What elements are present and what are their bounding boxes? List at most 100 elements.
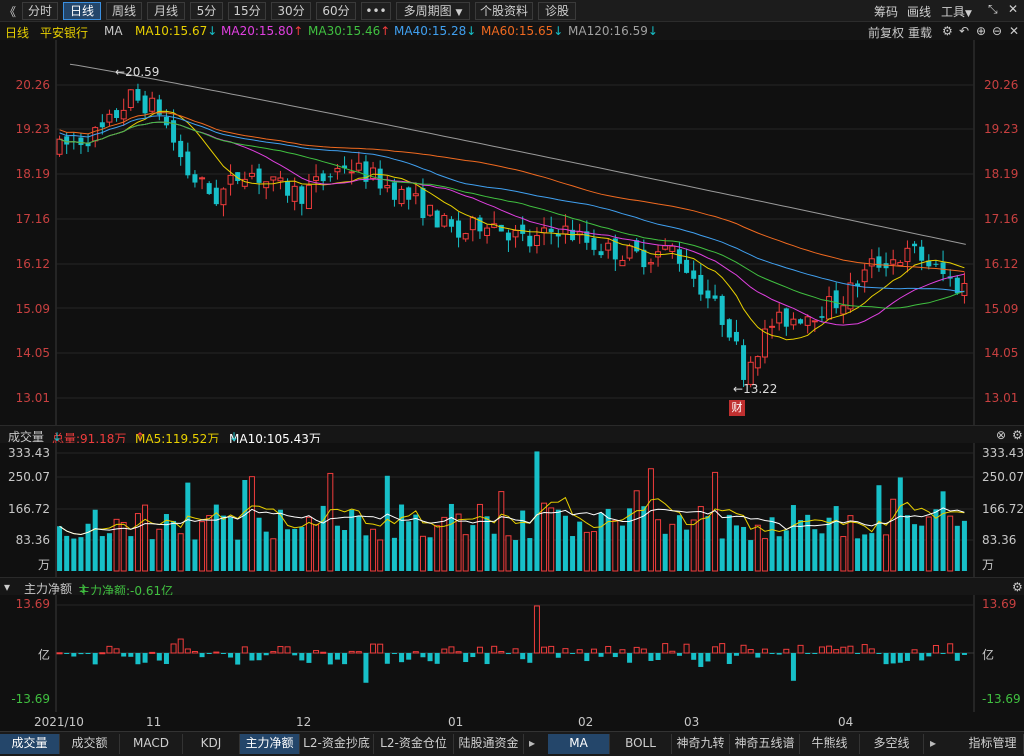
price-tick: 13.01 <box>984 391 1019 405</box>
tab-5min[interactable]: 5分 <box>190 2 223 20</box>
tab-monthly[interactable]: 月线 <box>147 2 185 20</box>
tab-main-flow[interactable]: 主力净额 <box>240 734 300 754</box>
flow-bar <box>170 643 177 654</box>
next-arrow-icon[interactable]: ▸ <box>524 736 540 750</box>
tab-macd[interactable]: MACD <box>120 734 183 754</box>
settings-icon[interactable]: ⚙ <box>1012 580 1023 594</box>
flow-bar <box>71 653 77 657</box>
volume-bar <box>612 519 619 572</box>
kline-chart[interactable] <box>0 40 1024 425</box>
next-arrow-icon[interactable]: ▸ <box>926 736 940 750</box>
candle-body <box>149 97 156 112</box>
flow-bar <box>883 653 889 665</box>
flow-bar <box>92 653 98 665</box>
candle-body <box>135 89 141 101</box>
settings-icon[interactable]: ⚙ <box>1012 428 1023 442</box>
tab-l2-position[interactable]: L2-资金仓位 <box>374 734 454 754</box>
volume-chart[interactable] <box>0 443 1024 577</box>
flow-bar <box>890 653 896 664</box>
collapse-icon[interactable]: ▾ <box>4 580 10 594</box>
flow-bar <box>56 652 63 655</box>
tools-button[interactable]: 工具▼ <box>941 3 972 20</box>
tab-boll[interactable]: BOLL <box>610 734 672 754</box>
flow-bar <box>662 643 669 654</box>
adjust-button[interactable]: 前复权 <box>868 24 904 41</box>
candle-body <box>206 183 212 194</box>
tab-five-line[interactable]: 神奇五线谱 <box>730 734 800 754</box>
volume-header: 成交量 总量:91.18万 ↓ MA5:119.52万 ↑ MA10:105.43万… <box>0 425 1024 446</box>
volume-bar <box>833 506 839 571</box>
volume-bar <box>883 534 890 572</box>
flow-tick: 13.69 <box>15 597 50 611</box>
flow-bar <box>555 653 561 658</box>
candle-body <box>641 249 647 268</box>
volume-bar <box>248 476 255 572</box>
flow-bar <box>790 653 796 681</box>
tab-northbound[interactable]: 陆股通资金 <box>454 734 524 754</box>
diagnose-button[interactable]: 诊股 <box>538 2 576 20</box>
tab-bull-bear[interactable]: 牛熊线 <box>800 734 860 754</box>
volume-bar <box>520 510 526 571</box>
flow-bar <box>590 648 597 654</box>
candle-body <box>441 214 448 227</box>
close-icon[interactable]: ⊗ <box>996 428 1006 442</box>
multi-period-button[interactable]: 多周期图 ▼ <box>396 2 470 20</box>
candle-body <box>512 229 519 238</box>
chips-button[interactable]: 筹码 <box>874 3 898 20</box>
draw-line-button[interactable]: 画线 <box>907 3 931 20</box>
tab-volume[interactable]: 成交量 <box>0 734 60 754</box>
undo-icon[interactable]: ↶ <box>959 24 969 38</box>
flow-bar <box>527 653 533 663</box>
minimize-icon[interactable]: ⤡ <box>988 2 998 17</box>
tab-timeshare[interactable]: 分时 <box>22 2 58 20</box>
candle-body <box>56 138 63 155</box>
zoom-out-icon[interactable]: ⊖ <box>992 24 1002 38</box>
flow-bar <box>249 653 255 661</box>
tab-td-nine[interactable]: 神奇九转 <box>672 734 730 754</box>
ma10-value: MA10:15.67↓ <box>135 24 218 38</box>
flow-bar <box>761 648 768 654</box>
volume-bar <box>334 525 340 571</box>
financial-report-badge[interactable]: 财 <box>729 400 745 416</box>
volume-bar <box>925 516 932 572</box>
indicator-manage-button[interactable]: 指标管理 <box>962 734 1024 754</box>
reload-button[interactable]: 重载 <box>908 24 932 41</box>
zoom-in-icon[interactable]: ⊕ <box>976 24 986 38</box>
tab-turnover[interactable]: 成交额 <box>60 734 120 754</box>
tab-ma[interactable]: MA <box>548 734 610 754</box>
tab-15min[interactable]: 15分 <box>228 2 266 20</box>
stock-info-button[interactable]: 个股资料 <box>475 2 533 20</box>
main-flow-chart[interactable] <box>0 595 1024 712</box>
tab-l2-bottom[interactable]: L2-资金抄底 <box>300 734 374 754</box>
flow-bar <box>911 649 918 654</box>
volume-bar <box>113 518 120 572</box>
flow-bar <box>235 653 241 665</box>
candle-body <box>626 245 633 259</box>
tab-kdj[interactable]: KDJ <box>183 734 240 754</box>
tab-daily[interactable]: 日线 <box>63 2 101 20</box>
volume-bar <box>627 508 633 571</box>
volume-bar <box>391 537 397 571</box>
volume-bar <box>57 526 63 571</box>
tab-60min[interactable]: 60分 <box>316 2 356 20</box>
tab-long-short[interactable]: 多空线 <box>860 734 924 754</box>
flow-bar <box>861 644 868 654</box>
date-tick: 01 <box>448 715 464 729</box>
candle-body <box>662 245 669 250</box>
close-icon[interactable]: ✕ <box>1009 24 1019 38</box>
back-icon[interactable]: 《 <box>4 3 16 20</box>
tab-weekly[interactable]: 周线 <box>106 2 142 20</box>
flow-bar <box>441 648 448 654</box>
candle-body <box>270 176 277 181</box>
settings-icon[interactable]: ⚙ <box>942 24 953 38</box>
flow-bar <box>961 653 967 655</box>
flow-bar <box>812 653 818 654</box>
volume-bar <box>961 520 967 571</box>
flow-bar <box>855 653 861 654</box>
volume-bar <box>484 516 490 571</box>
indicator-name[interactable]: MA <box>104 24 123 38</box>
tab-30min[interactable]: 30分 <box>271 2 311 20</box>
close-icon[interactable]: ✕ <box>1008 2 1018 16</box>
more-periods-button[interactable]: ••• <box>361 2 391 20</box>
candle-body <box>527 235 533 247</box>
